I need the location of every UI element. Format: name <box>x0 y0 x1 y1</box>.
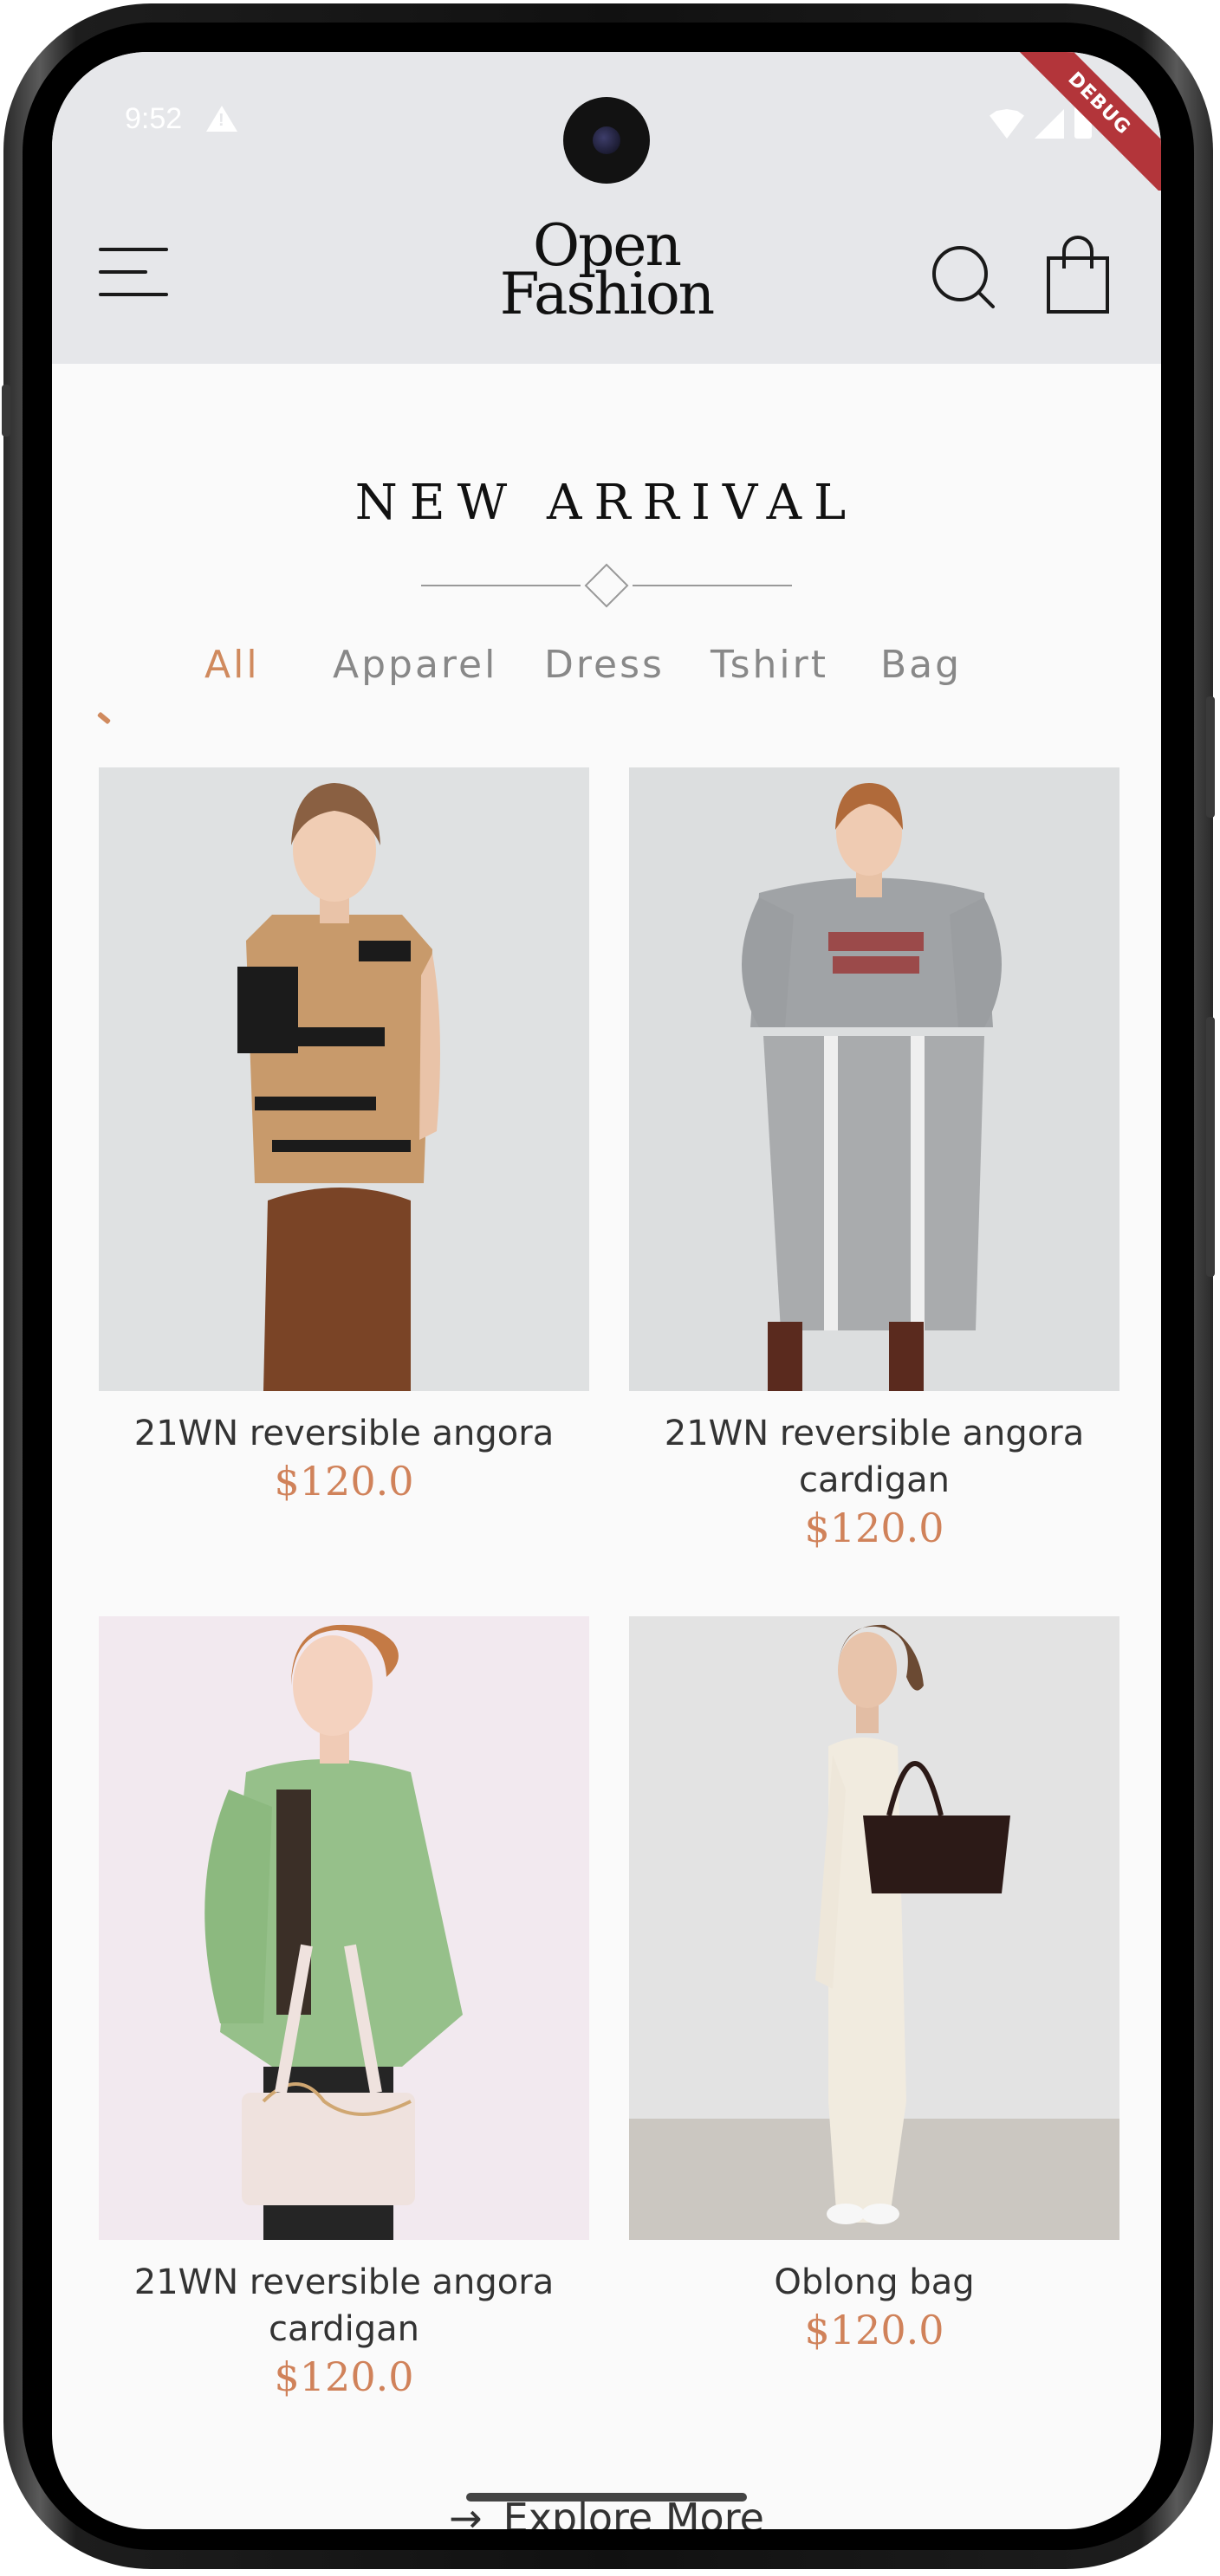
product-price: $120.0 <box>804 1505 944 1551</box>
status-time: 9:52 <box>125 102 183 135</box>
product-image[interactable] <box>99 767 589 1391</box>
cell-signal-icon <box>1035 109 1064 139</box>
ornament-divider <box>421 563 792 608</box>
front-camera <box>563 97 650 184</box>
side-button <box>2 385 10 437</box>
product-card[interactable]: 21WN reversible angora cardigan $120.0 <box>99 1616 589 2401</box>
product-image[interactable] <box>629 1616 1119 2240</box>
app-bar: Open Fashion <box>52 191 1161 364</box>
side-button <box>1206 696 1215 818</box>
tab-tshirt[interactable]: Tshirt <box>711 643 828 687</box>
product-card[interactable]: 21WN reversible angora $120.0 <box>99 767 589 1505</box>
search-icon[interactable] <box>929 243 998 312</box>
product-name: 21WN reversible angora cardigan <box>133 2262 555 2349</box>
product-name: 21WN reversible angora <box>133 1414 555 1453</box>
diamond-icon <box>584 563 629 608</box>
tab-apparel[interactable]: Apparel <box>333 643 497 687</box>
product-price: $120.0 <box>274 1458 414 1505</box>
tab-dress[interactable]: Dress <box>544 643 665 687</box>
app-screen: 9:52 DEBUG Open Fashion NEW ARRIVAL <box>52 52 1161 2529</box>
tab-all[interactable]: All <box>204 643 260 687</box>
product-name: 21WN reversible angora cardigan <box>664 1414 1085 1500</box>
product-image[interactable] <box>99 1616 589 2240</box>
section-title: NEW ARRIVAL <box>354 475 859 531</box>
status-bar: 9:52 DEBUG <box>52 52 1161 210</box>
shopping-bag-icon[interactable] <box>1045 236 1111 315</box>
tab-bag[interactable]: Bag <box>880 643 962 687</box>
product-image[interactable] <box>629 767 1119 1391</box>
product-price: $120.0 <box>274 2353 414 2400</box>
tab-indicator <box>96 711 112 725</box>
side-button <box>1206 1017 1215 1277</box>
logo-line-2: Fashion <box>499 261 715 327</box>
home-indicator[interactable] <box>466 2493 747 2502</box>
product-card[interactable]: Oblong bag $120.0 <box>629 1616 1119 2354</box>
wifi-icon <box>990 109 1024 139</box>
product-card[interactable]: 21WN reversible angora cardigan $120.0 <box>629 767 1119 1552</box>
product-price: $120.0 <box>804 2307 944 2353</box>
product-name: Oblong bag <box>774 2262 975 2302</box>
brand-logo[interactable]: Open Fashion <box>477 217 737 343</box>
menu-icon[interactable] <box>99 248 168 300</box>
warning-icon <box>206 106 237 132</box>
